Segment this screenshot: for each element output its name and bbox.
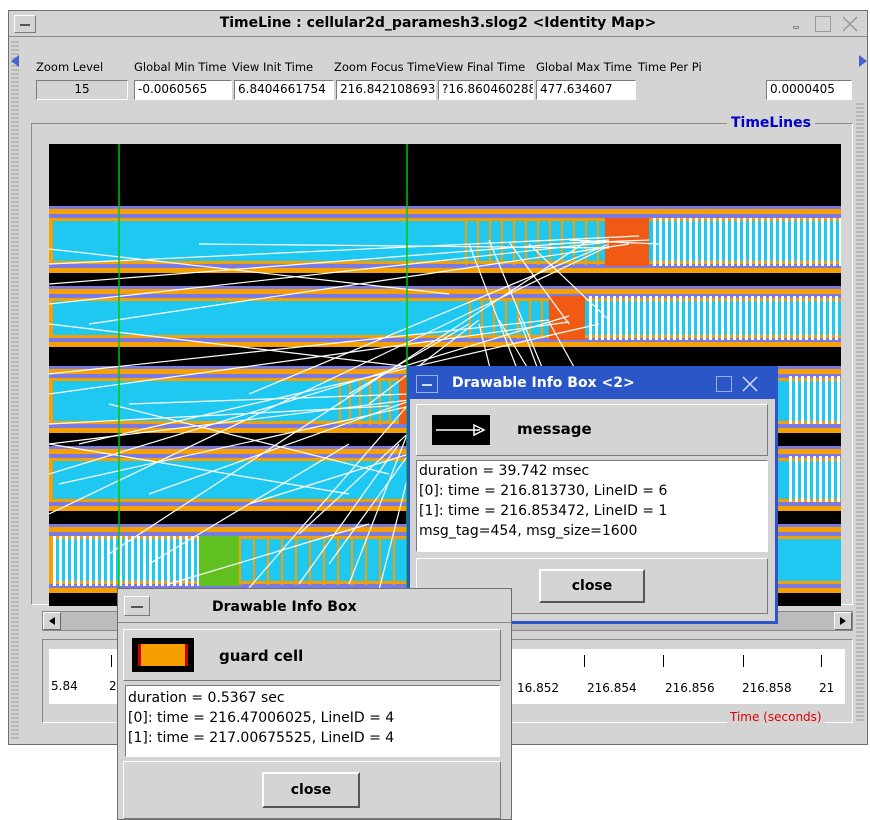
axis-tick-label: 216.858 [742, 681, 792, 695]
header-scroll-right[interactable] [857, 55, 867, 67]
minus-icon [131, 606, 143, 608]
info-line: duration = 39.742 msec [419, 463, 590, 479]
global-min-time-field[interactable]: -0.0060565 [134, 80, 232, 100]
view-init-time-field[interactable]: 6.8404661754 [234, 80, 334, 100]
header-global-max-time: Global Max Time [536, 60, 632, 74]
window-menu-button[interactable] [416, 375, 438, 393]
info-box-guard-title: Drawable Info Box [212, 599, 357, 615]
view-final-time-field[interactable]: ?16.860460288 [438, 80, 534, 100]
global-max-time-field[interactable]: 477.634607 [536, 80, 636, 100]
window-titlebar[interactable]: TimeLine : cellular2d_paramesh3.slog2 <I… [9, 11, 867, 37]
scroll-left-button[interactable] [43, 612, 61, 630]
axis-tick-label: 2 [109, 679, 117, 693]
header-scroll-left[interactable] [11, 55, 21, 67]
timelines-label: TimeLines [727, 115, 815, 131]
header-time-per-pixel: Time Per Pi [638, 60, 702, 74]
header-view-final-time: View Final Time [436, 60, 526, 74]
info-box-guard-text: duration = 0.5367 sec [0]: time = 216.47… [125, 685, 500, 757]
header-global-min-time: Global Min Time [134, 60, 227, 74]
right-resize-strip[interactable] [856, 101, 864, 721]
guard-cell-swatch-icon [132, 638, 194, 672]
zoom-focus-time-field[interactable]: 216.8421086938 [336, 80, 436, 100]
axis-tick-label: 216.856 [665, 681, 715, 695]
axis-tick-label: 21 [819, 681, 835, 695]
time-per-pixel-field[interactable]: 0.0000405 [766, 80, 852, 100]
info-line: [1]: time = 216.853472, LineID = 1 [419, 503, 668, 519]
header-view-init-time: View Init Time [232, 60, 314, 74]
info-line: [0]: time = 216.813730, LineID = 6 [419, 483, 668, 499]
close-icon[interactable] [740, 375, 760, 393]
info-box-message-titlebar[interactable]: Drawable Info Box <2> [410, 369, 775, 399]
info-line: duration = 0.5367 sec [128, 690, 285, 706]
window-menu-button[interactable] [124, 596, 150, 616]
scroll-right-button[interactable] [834, 612, 852, 630]
info-box-message-category: message [517, 420, 592, 438]
minus-icon [422, 384, 432, 386]
close-button[interactable]: close [539, 569, 645, 603]
header-zoom-level: Zoom Level [36, 60, 104, 74]
left-resize-strip[interactable] [11, 39, 19, 739]
message-arrow-icon [432, 415, 490, 445]
info-line: [0]: time = 216.47006025, LineID = 4 [128, 710, 395, 726]
info-box-message-title: Drawable Info Box <2> [452, 375, 635, 391]
axis-tick-label: 16.852 [517, 681, 559, 695]
info-box-message-text: duration = 39.742 msec [0]: time = 216.8… [416, 460, 768, 552]
close-icon[interactable] [841, 16, 859, 32]
axis-tick-label: 216.854 [587, 681, 637, 695]
info-box-guard-window: Drawable Info Box guard cell duration = … [117, 588, 512, 820]
zoom-level-field[interactable]: 15 [36, 80, 128, 100]
time-axis-label: Time (seconds) [727, 710, 825, 724]
info-box-message-header: message [416, 404, 768, 456]
axis-tick-label: 5.84 [51, 679, 78, 693]
info-box-guard-footer: close [123, 761, 501, 819]
header-zoom-focus-time: Zoom Focus Time [334, 60, 436, 74]
info-box-guard-header: guard cell [123, 629, 501, 681]
info-box-guard-category: guard cell [219, 647, 304, 665]
window-title: TimeLine : cellular2d_paramesh3.slog2 <I… [219, 15, 657, 31]
maximize-icon[interactable] [815, 16, 831, 32]
info-line: msg_tag=454, msg_size=1600 [419, 523, 638, 539]
minimize-icon[interactable] [791, 19, 803, 31]
info-box-message-window: Drawable Info Box <2> message duration =… [407, 366, 778, 624]
info-box-guard-titlebar[interactable]: Drawable Info Box [118, 589, 511, 623]
close-button[interactable]: close [262, 772, 360, 808]
info-line: [1]: time = 217.00675525, LineID = 4 [128, 730, 395, 746]
maximize-icon[interactable] [716, 376, 732, 392]
